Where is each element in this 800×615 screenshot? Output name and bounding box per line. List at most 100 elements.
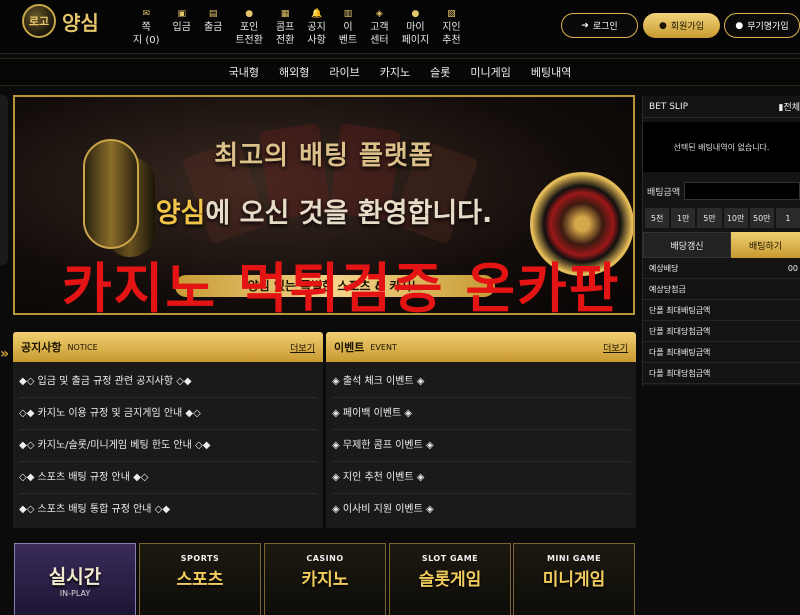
nav-label: 전환 <box>275 35 295 46</box>
event-item[interactable]: ◈ 이사비 지원 이벤트 ◈ <box>332 494 630 526</box>
bet-slip: BET SLIP ▮전체 선택된 배팅내역이 없습니다. 배팅금액 5천 1만 … <box>642 96 800 386</box>
game-title: 미니게임 <box>542 570 606 590</box>
anonymous-join-button[interactable]: ● 무기명가입 <box>724 13 800 38</box>
nav-withdraw[interactable]: ▤ 출금 <box>204 8 222 47</box>
nav-label: 입금 <box>172 22 191 33</box>
row-label: 예상당첨금 <box>649 284 686 294</box>
notice-item[interactable]: ◆◇ 카지노/슬롯/미니게임 베팅 한도 안내 ◇◆ <box>19 430 317 462</box>
double-chevron-right-icon: » <box>0 346 10 362</box>
place-bet-button[interactable]: 배팅하기 <box>731 232 800 258</box>
deposit-icon: ▣ <box>177 9 186 19</box>
game-title: 슬롯게임 <box>418 570 482 590</box>
chip-5k[interactable]: 5천 <box>645 208 670 228</box>
row-label: 다폴 최대배팅금액 <box>649 347 711 357</box>
logo-text: 양심 <box>62 10 99 35</box>
nav-deposit[interactable]: ▣ 입금 <box>173 8 191 47</box>
chip-50k[interactable]: 5만 <box>697 208 722 228</box>
event-item[interactable]: ◈ 지인 추천 이벤트 ◈ <box>332 462 630 494</box>
nav-notice[interactable]: 🔔 공지 사항 <box>307 8 325 47</box>
chip-500k[interactable]: 50만 <box>749 208 774 228</box>
join-label: 회원가입 <box>670 22 704 32</box>
withdraw-icon: ▤ <box>208 9 218 19</box>
subnav-bet-history[interactable]: 베팅내역 <box>531 64 571 80</box>
subnav-minigame[interactable]: 미니게임 <box>470 64 510 80</box>
row-label: 다폴 최대당첨금액 <box>649 368 711 378</box>
event-item[interactable]: ◈ 출석 체크 이벤트 ◈ <box>332 366 630 398</box>
logo[interactable]: 로고 양심 <box>22 4 99 38</box>
game-tile-casino[interactable]: CASINO 카지노 <box>264 543 386 615</box>
refresh-odds-button[interactable]: 배당갱신 <box>643 232 731 258</box>
sub-nav: 국내형 해외형 라이브 카지노 슬롯 미니게임 베팅내역 <box>0 58 800 86</box>
logo-badge-icon: 로고 <box>22 4 56 38</box>
subnav-slot[interactable]: 슬롯 <box>430 64 450 80</box>
game-title: 스포츠 <box>176 570 224 590</box>
game-subtitle: IN-PLAY <box>59 589 91 598</box>
notice-item[interactable]: ◇◆ 카지노 이용 규정 및 금지게임 안내 ◆◇ <box>19 398 317 430</box>
event-more-link[interactable]: 더보기 <box>603 341 628 354</box>
chip-more[interactable]: 1 <box>775 208 800 228</box>
subnav-overseas[interactable]: 해외형 <box>279 64 309 80</box>
nav-referral[interactable]: ▧ 지인 추천 <box>442 8 460 47</box>
notice-item[interactable]: ◆◇ 입금 및 출금 규정 관련 공지사항 ◇◆ <box>19 366 317 398</box>
support-icon: ◈ <box>375 9 383 19</box>
bet-action-tabs: 배당갱신 배팅하기 <box>643 232 800 258</box>
subnav-domestic[interactable]: 국내형 <box>229 64 259 80</box>
multi-max-bet-row: 다폴 최대배팅금액 <box>643 342 800 363</box>
game-tile-sports[interactable]: SPORTS 스포츠 <box>139 543 261 615</box>
watermark-text: 카지노 먹튀검증 온카판 <box>62 257 621 320</box>
game-category: SPORTS <box>180 554 220 563</box>
join-button[interactable]: ● 회원가입 <box>643 13 720 38</box>
free-label: 무기명가입 <box>747 22 789 32</box>
bet-slip-title: BET SLIP <box>649 101 689 112</box>
bet-slip-header: BET SLIP ▮전체 <box>643 96 800 118</box>
event-item[interactable]: ◈ 무제한 콤프 이벤트 ◈ <box>332 430 630 462</box>
banner-brand: 양심 <box>155 198 206 229</box>
multi-max-win-row: 다폴 최대당첨금액 <box>643 363 800 384</box>
subnav-casino[interactable]: 카지노 <box>380 64 410 80</box>
nav-event[interactable]: ▥ 이 벤트 <box>339 8 357 47</box>
bet-amount-input[interactable] <box>684 182 800 200</box>
bell-icon: 🔔 <box>310 9 323 19</box>
game-category: SLOT GAME <box>421 554 479 563</box>
bet-slip-clear-button[interactable]: ▮전체 <box>778 100 800 113</box>
game-tile-slot[interactable]: SLOT GAME 슬롯게임 <box>389 543 511 615</box>
game-tile-live[interactable]: 실시간 IN-PLAY <box>14 543 136 615</box>
game-title: 카지노 <box>301 570 349 590</box>
notice-more-link[interactable]: 더보기 <box>290 341 315 354</box>
notice-header: 공지사항 NOTICE 더보기 <box>13 332 323 362</box>
chip-100k[interactable]: 10만 <box>723 208 748 228</box>
nav-label: 지 (0) <box>133 35 160 46</box>
event-icon: ▥ <box>343 9 353 19</box>
game-tile-minigame[interactable]: MINI GAME 미니게임 <box>513 543 635 615</box>
nav-label: 포인 <box>239 22 259 33</box>
row-label: 단폴 최대당첨금액 <box>649 326 711 336</box>
banner-welcome: 양심에 오신 것을 환영합니다. <box>15 191 633 230</box>
nav-message[interactable]: ✉ 쪽 지 (0) <box>133 8 160 47</box>
user-icon: ● <box>411 9 420 19</box>
notice-item[interactable]: ◆◇ 스포츠 배팅 통합 규정 안내 ◇◆ <box>19 494 317 526</box>
banner-welcome-text: 에 오신 것을 환영합니다. <box>205 198 493 229</box>
nav-mypage[interactable]: ● 마이 페이지 <box>402 8 430 47</box>
notice-title-en: NOTICE <box>67 342 98 352</box>
subnav-live[interactable]: 라이브 <box>329 64 359 80</box>
notice-item[interactable]: ◇◆ 스포츠 배팅 규정 안내 ◆◇ <box>19 462 317 494</box>
left-edge-tab[interactable] <box>0 95 8 265</box>
chip-10k[interactable]: 1만 <box>671 208 696 228</box>
nav-support[interactable]: ◈ 고객센터 <box>370 8 388 47</box>
event-list: ◈ 출석 체크 이벤트 ◈ ◈ 페이백 이벤트 ◈ ◈ 무제한 콤프 이벤트 ◈… <box>326 362 636 528</box>
user-plus-icon: ● <box>659 20 667 31</box>
event-item[interactable]: ◈ 페이백 이벤트 ◈ <box>332 398 630 430</box>
event-title-en: EVENT <box>370 342 397 352</box>
login-button[interactable]: ➜ 로그인 <box>561 13 638 38</box>
single-max-win-row: 단폴 최대당첨금액 <box>643 321 800 342</box>
nav-comp[interactable]: ▦ 콤프 전환 <box>276 8 294 47</box>
nav-label: 센터 <box>370 35 389 46</box>
message-icon: ✉ <box>142 9 151 19</box>
nav-label: 사항 <box>307 35 326 46</box>
nav-label: 고객 <box>370 22 389 33</box>
event-title: 이벤트 <box>334 341 365 354</box>
bet-amount-chips: 5천 1만 5만 10만 50만 1 <box>643 208 800 228</box>
nav-point[interactable]: ● 포인 트전환 <box>235 8 263 47</box>
nav-label: 콤프 <box>275 22 295 33</box>
referral-icon: ▧ <box>447 9 456 19</box>
